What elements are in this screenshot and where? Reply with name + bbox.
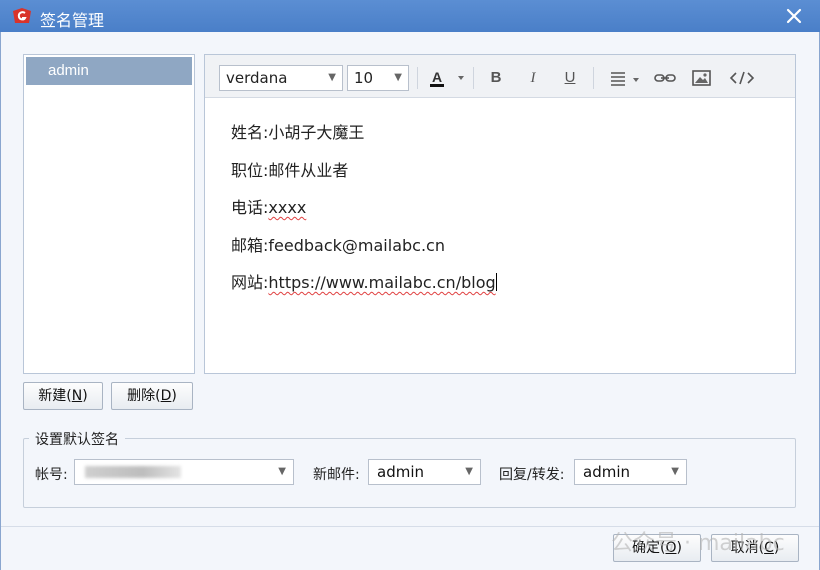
new-button-label: 新建( (38, 388, 72, 404)
signature-line-name: 姓名:小胡子大魔王 (231, 123, 781, 161)
new-button-key: N (71, 388, 83, 404)
name-label: 姓名: (231, 123, 269, 142)
delete-signature-button[interactable]: 删除(D) (111, 382, 193, 410)
reply-forward-value: admin (583, 463, 630, 481)
chevron-down-icon: ▼ (465, 466, 473, 477)
delete-button-label: 删除( (127, 388, 161, 404)
reply-forward-select[interactable]: admin ▼ (574, 459, 687, 485)
website-value: https://www.mailabc.cn/blog (268, 273, 496, 292)
underline-icon[interactable]: U (557, 66, 583, 90)
cancel-button-key: C (764, 540, 774, 556)
cancel-button[interactable]: 取消(C) (711, 534, 799, 562)
align-button[interactable] (607, 66, 645, 90)
toolbar-divider (473, 67, 474, 89)
source-code-icon[interactable] (727, 66, 757, 90)
font-color-button[interactable]: A (423, 66, 467, 90)
email-label: 邮箱: (231, 235, 269, 255)
chevron-down-icon: ▼ (278, 466, 286, 477)
title-label: 职位: (231, 160, 269, 180)
app-logo-icon (13, 8, 31, 23)
cancel-button-paren: ) (773, 540, 780, 556)
window-title: 签名管理 (40, 11, 105, 30)
text-caret (495, 273, 497, 291)
ok-button-paren: ) (676, 540, 682, 556)
chevron-down-icon: ▼ (328, 72, 336, 83)
account-select[interactable]: ▼ (74, 459, 294, 485)
email-value: feedback@mailabc.cn (268, 235, 445, 255)
editor-toolbar: verdana ▼ 10 ▼ A B I U (205, 55, 795, 98)
footer-divider (1, 526, 819, 527)
chevron-down-icon: ▼ (394, 72, 402, 83)
signature-line-website: 网站:https://www.mailabc.cn/blog (231, 273, 781, 311)
link-icon[interactable] (652, 66, 678, 90)
signature-line-title: 职位:邮件从业者 (231, 161, 781, 199)
font-size-select[interactable]: 10 ▼ (347, 65, 409, 91)
reply-forward-label: 回复/转发: (499, 467, 565, 483)
default-signature-title: 设置默认签名 (29, 429, 125, 449)
signature-line-phone: 电话:xxxx (231, 198, 781, 236)
ok-button-label: 确定( (632, 540, 666, 556)
bold-icon[interactable]: B (483, 66, 509, 90)
font-size-value: 10 (354, 69, 374, 87)
ok-button[interactable]: 确定(O) (613, 534, 701, 562)
website-label: 网站: (231, 273, 269, 292)
close-icon[interactable] (784, 6, 804, 26)
font-family-select[interactable]: verdana ▼ (219, 65, 343, 91)
new-mail-label: 新邮件: (313, 467, 360, 483)
signature-line-email: 邮箱:feedback@mailabc.cn (231, 236, 781, 274)
new-signature-button[interactable]: 新建(N) (23, 382, 103, 410)
phone-label: 电话: (231, 198, 269, 217)
delete-button-paren: ) (171, 388, 177, 404)
font-family-value: verdana (226, 69, 288, 87)
font-color-icon: A (430, 69, 464, 87)
cancel-button-label: 取消( (730, 540, 765, 556)
svg-text:A: A (432, 69, 442, 85)
phone-value: xxxx (268, 198, 307, 217)
title-value: 邮件从业者 (268, 160, 349, 180)
delete-button-key: D (160, 388, 172, 404)
new-mail-value: admin (377, 463, 424, 481)
italic-icon[interactable]: I (520, 66, 546, 90)
signature-content[interactable]: 姓名:小胡子大魔王 职位:邮件从业者 电话:xxxx 邮箱:feedback@m… (231, 123, 781, 311)
toolbar-divider (417, 67, 418, 89)
redacted-account (85, 466, 181, 478)
new-button-paren: ) (82, 388, 88, 404)
signature-editor[interactable]: verdana ▼ 10 ▼ A B I U 姓名:小胡子大魔王 职位:邮件从业… (204, 54, 796, 374)
align-icon (611, 72, 639, 86)
toolbar-divider (593, 67, 594, 89)
signature-list-item[interactable]: admin (26, 57, 192, 85)
chevron-down-icon: ▼ (671, 466, 679, 477)
title-bar: 签名管理 (0, 0, 820, 32)
name-value: 小胡子大魔王 (268, 123, 365, 142)
signature-list[interactable]: admin (23, 54, 195, 374)
dialog-body: admin verdana ▼ 10 ▼ A B I U 姓名:小胡子大魔王 职… (0, 32, 820, 570)
account-label: 帐号: (35, 467, 68, 483)
image-icon[interactable] (689, 66, 715, 90)
new-mail-select[interactable]: admin ▼ (368, 459, 481, 485)
ok-button-key: O (665, 540, 677, 556)
